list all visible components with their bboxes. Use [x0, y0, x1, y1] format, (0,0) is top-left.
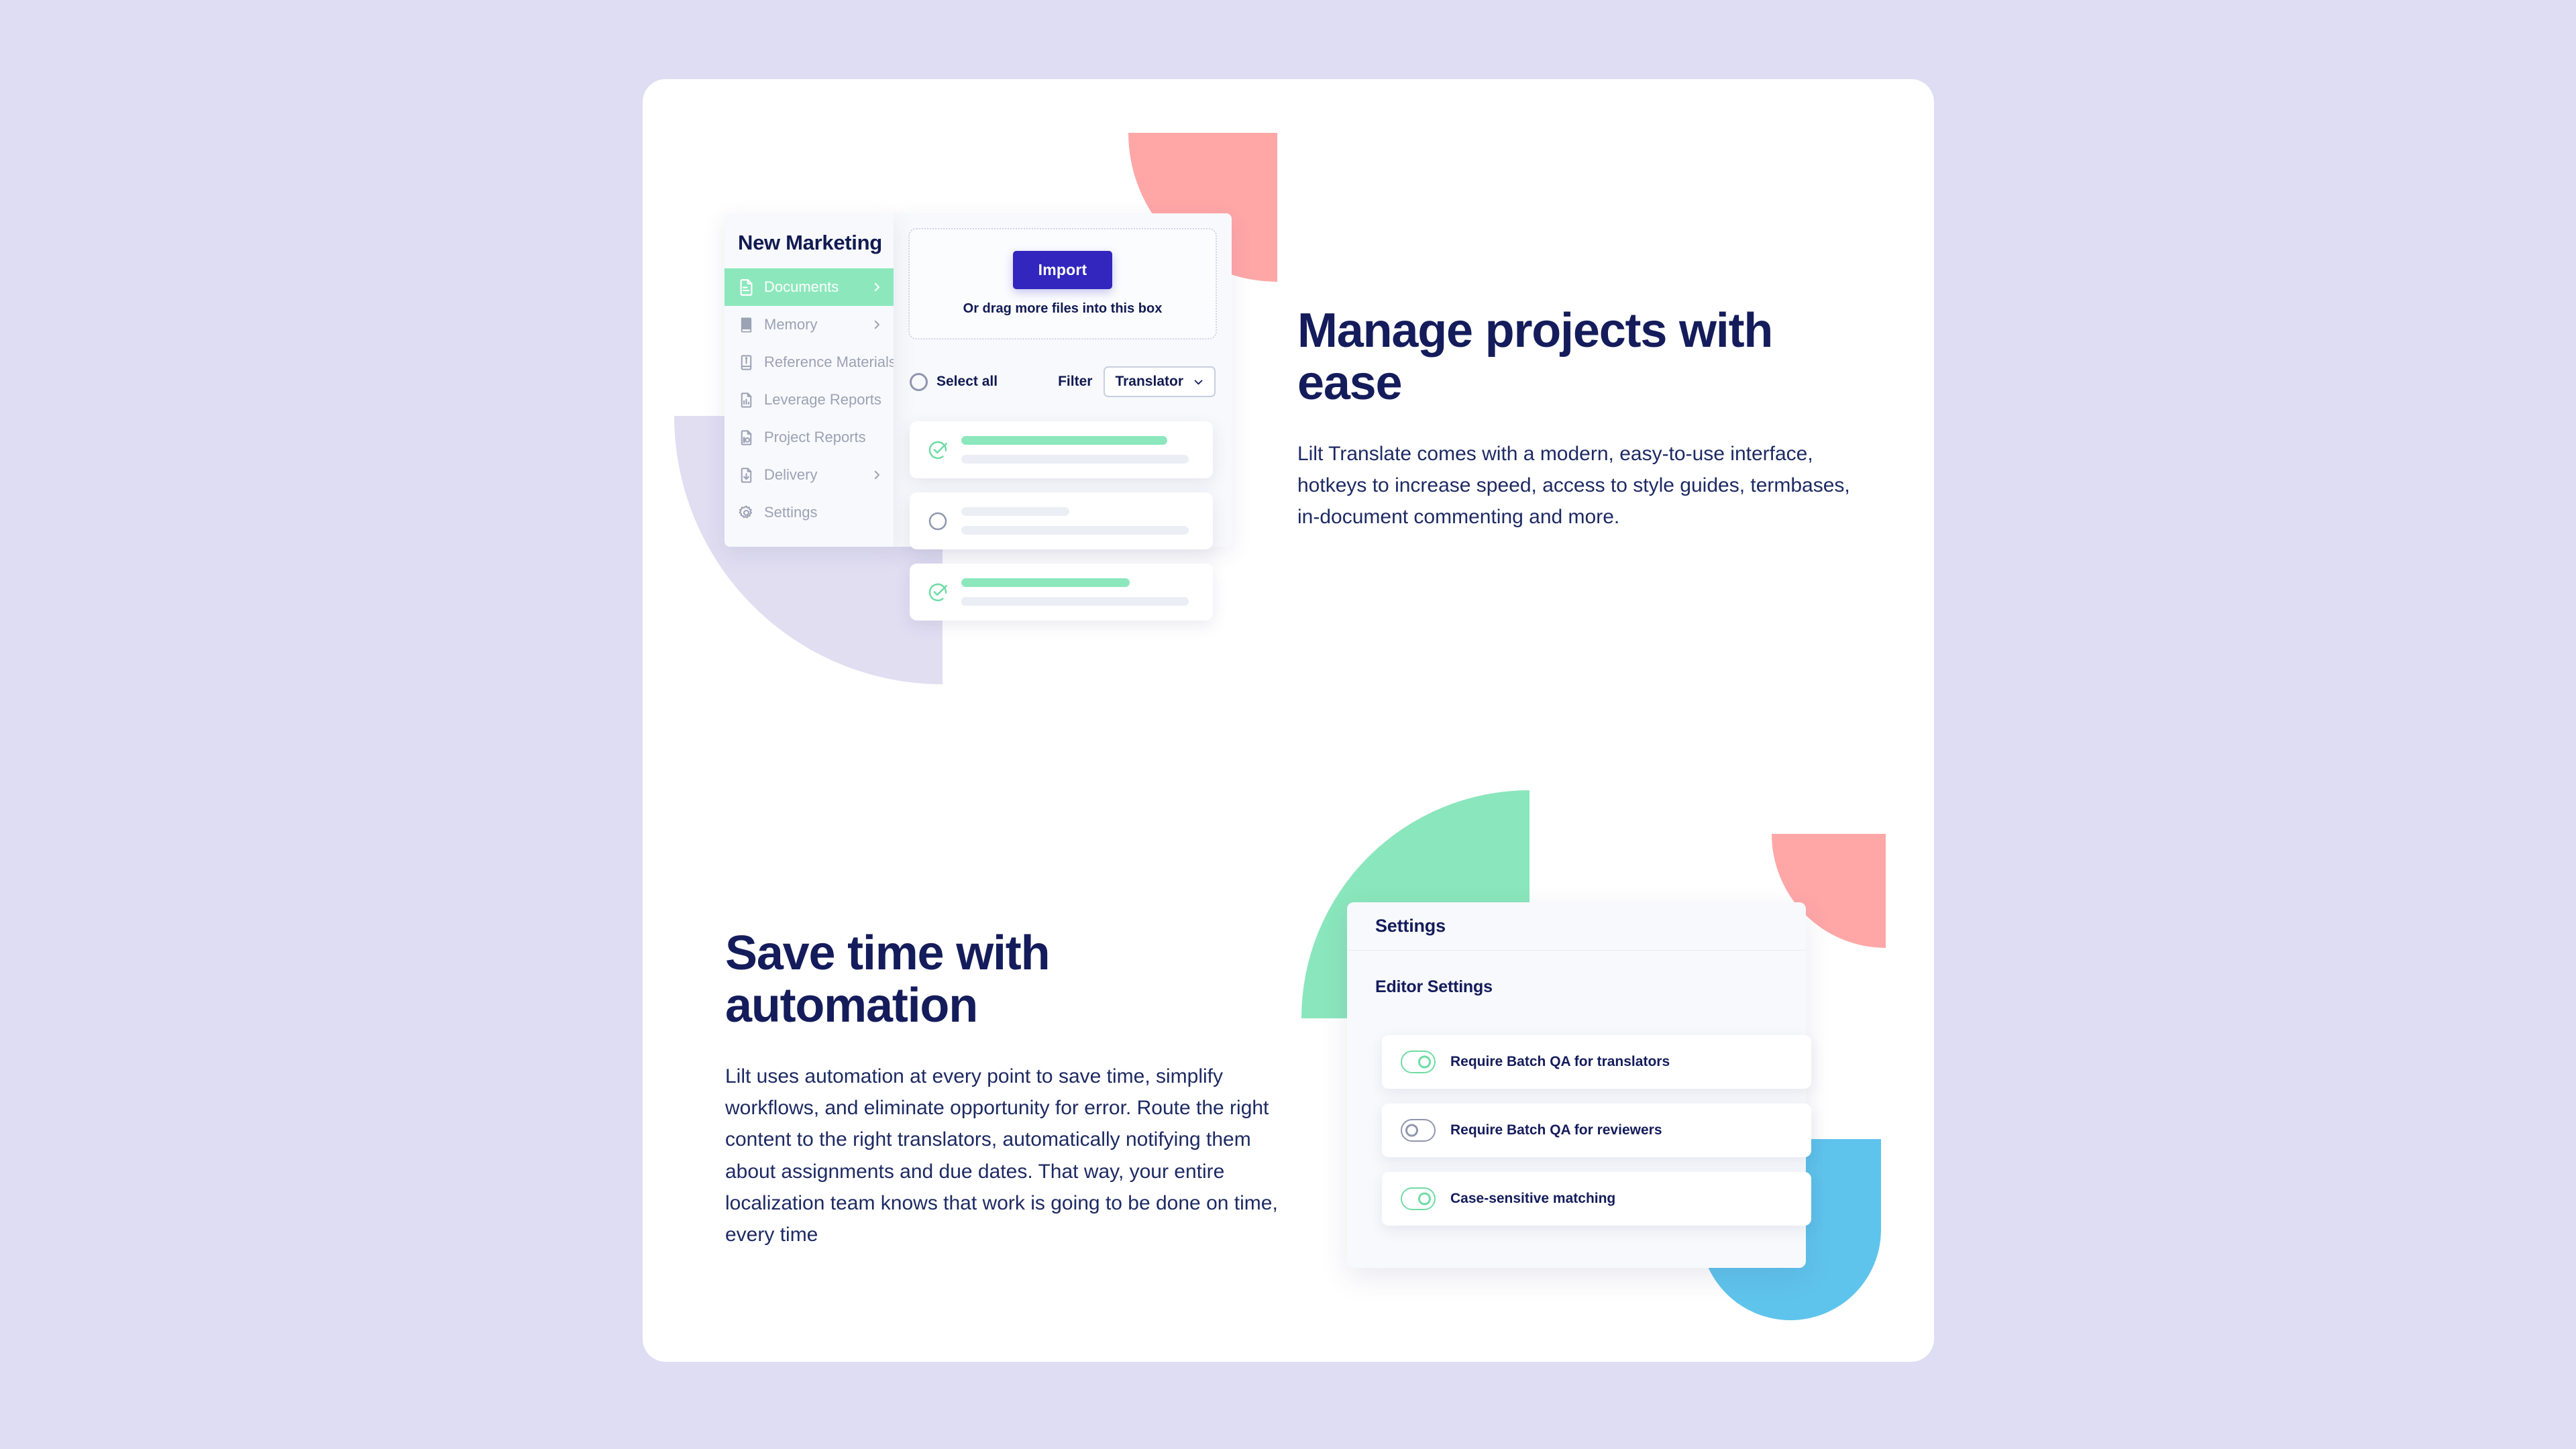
toggle-label: Case-sensitive matching — [1450, 1191, 1616, 1206]
toggle-require-batch-qa-reviewers[interactable] — [1401, 1119, 1436, 1142]
dropzone-hint-text: Or drag more files into this box — [963, 301, 1163, 316]
page-title: Save time with automation — [725, 926, 1051, 1032]
filter-dropdown-value: Translator — [1115, 374, 1183, 389]
toggle-knob-icon — [1418, 1192, 1431, 1205]
table-row[interactable] — [910, 564, 1213, 621]
toggle-label: Require Batch QA for reviewers — [1450, 1122, 1662, 1138]
toggle-label: Require Batch QA for translators — [1450, 1054, 1670, 1069]
chevron-down-icon — [1194, 379, 1203, 384]
sidebar-item-label: Project Reports — [764, 429, 866, 445]
sidebar-item-project-reports[interactable]: Project Reports — [724, 419, 894, 456]
save-time-section: Save time with automation Lilt uses auto… — [725, 926, 1282, 1251]
chevron-right-icon — [874, 320, 879, 329]
row-primary-bar — [961, 507, 1069, 516]
book-icon — [741, 317, 752, 333]
project-title: New Marketing — [738, 231, 882, 254]
chevron-right-icon — [874, 470, 879, 480]
check-circle-icon[interactable] — [927, 439, 949, 461]
pie-chart-document-icon — [741, 429, 752, 445]
list-item[interactable]: Require Batch QA for reviewers — [1382, 1104, 1811, 1157]
document-list — [910, 421, 1213, 635]
chevron-right-icon — [874, 282, 879, 292]
sidebar-item-reference-materials[interactable]: Reference Materials — [724, 343, 894, 381]
reference-book-icon — [741, 354, 752, 370]
row-secondary-bar — [961, 526, 1189, 535]
row-skeleton-bars — [961, 436, 1195, 464]
document-icon — [740, 278, 753, 296]
manage-projects-section: Manage projects with ease Lilt Translate… — [1297, 305, 1861, 533]
sidebar-item-label: Settings — [764, 504, 818, 521]
page-title: Manage projects with ease — [1297, 304, 1773, 410]
sidebar-item-label: Memory — [764, 316, 818, 333]
sidebar-item-settings[interactable]: Settings — [724, 494, 894, 531]
toggle-require-batch-qa-translators[interactable] — [1401, 1051, 1436, 1073]
table-row[interactable] — [910, 421, 1213, 478]
section-body-text: Lilt uses automation at every point to s… — [725, 1065, 1278, 1246]
row-secondary-bar — [961, 455, 1189, 464]
filter-label: Filter — [1058, 374, 1093, 389]
row-skeleton-bars — [961, 507, 1195, 535]
editor-settings-title: Editor Settings — [1375, 977, 1493, 996]
section-body-text: Lilt Translate comes with a modern, easy… — [1297, 442, 1850, 529]
table-row[interactable] — [910, 492, 1213, 549]
toggle-knob-icon — [1405, 1124, 1418, 1137]
sidebar-item-label: Documents — [764, 278, 839, 295]
documents-sidebar: New Marketing Documents Memory Reference… — [724, 213, 894, 547]
sidebar-item-label: Leverage Reports — [764, 391, 881, 408]
toggle-knob-icon — [1418, 1055, 1431, 1069]
sidebar-item-leverage-reports[interactable]: Leverage Reports — [724, 381, 894, 419]
documents-filter-bar: Select all Filter Translator — [908, 366, 1217, 397]
circle-unchecked-icon[interactable] — [927, 511, 949, 532]
check-circle-icon[interactable] — [927, 582, 949, 603]
select-all-label: Select all — [936, 374, 998, 389]
sidebar-item-memory[interactable]: Memory — [724, 306, 894, 343]
sidebar-item-label: Reference Materials — [764, 354, 894, 370]
list-item[interactable]: Require Batch QA for translators — [1382, 1035, 1811, 1089]
download-document-icon — [741, 467, 752, 483]
row-secondary-bar — [961, 597, 1189, 606]
sidebar-item-delivery[interactable]: Delivery — [724, 456, 894, 494]
list-item[interactable]: Case-sensitive matching — [1382, 1172, 1811, 1226]
row-primary-bar — [961, 578, 1130, 587]
settings-header-title: Settings — [1347, 902, 1806, 951]
sidebar-item-documents[interactable]: Documents — [724, 268, 894, 306]
filter-dropdown[interactable]: Translator — [1104, 366, 1216, 397]
gear-icon — [739, 505, 753, 519]
bar-chart-document-icon — [741, 392, 752, 408]
file-dropzone[interactable]: Import Or drag more files into this box — [908, 228, 1217, 339]
import-button[interactable]: Import — [1012, 251, 1113, 289]
editor-settings-toggle-list: Require Batch QA for translators Require… — [1382, 1035, 1811, 1240]
select-all-radio-icon[interactable] — [910, 372, 928, 391]
row-skeleton-bars — [961, 578, 1195, 606]
sidebar-item-label: Delivery — [764, 466, 818, 483]
toggle-case-sensitive-matching[interactable] — [1401, 1187, 1436, 1210]
row-primary-bar — [961, 436, 1168, 445]
